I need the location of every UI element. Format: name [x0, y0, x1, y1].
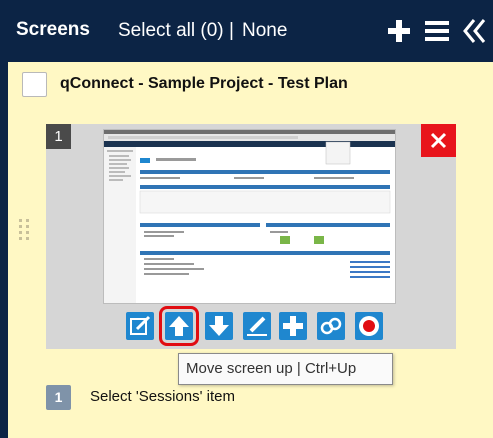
edit-icon [130, 315, 151, 335]
screens-header: Screens Select all (0) | None [0, 0, 493, 62]
step-text: Select 'Sessions' item [90, 388, 235, 405]
plus-icon [283, 316, 303, 336]
link-icon [320, 317, 342, 335]
link-button[interactable] [317, 312, 345, 340]
menu-icon[interactable] [424, 17, 450, 45]
move-up-button[interactable] [159, 306, 199, 346]
tooltip: Move screen up | Ctrl+Up [178, 353, 393, 385]
step-number: 1 [46, 385, 71, 410]
drag-handle[interactable] [19, 219, 33, 245]
project-title: qConnect - Sample Project - Test Plan [60, 75, 348, 92]
project-checkbox[interactable] [22, 72, 47, 97]
plus-icon[interactable] [386, 17, 412, 45]
select-none-link[interactable]: None [242, 20, 287, 42]
record-icon [359, 316, 379, 336]
collapse-icon[interactable] [462, 17, 488, 45]
move-down-button[interactable] [205, 312, 233, 340]
screen-number: 1 [46, 124, 71, 149]
add-screen-button[interactable] [279, 312, 307, 340]
screen-thumbnail[interactable] [103, 129, 396, 304]
edit-screen-button[interactable] [126, 312, 154, 340]
arrow-down-icon [209, 316, 229, 336]
select-all-link[interactable]: Select all (0) [118, 20, 224, 42]
pen-icon [247, 316, 267, 336]
close-icon[interactable] [421, 124, 456, 157]
screen-card: 1 [46, 124, 456, 349]
header-title: Screens [16, 19, 90, 40]
annotate-button[interactable] [243, 312, 271, 340]
record-button[interactable] [355, 312, 383, 340]
left-edge-bar [0, 0, 8, 438]
arrow-up-icon [169, 316, 189, 336]
header-separator: | [229, 20, 234, 41]
